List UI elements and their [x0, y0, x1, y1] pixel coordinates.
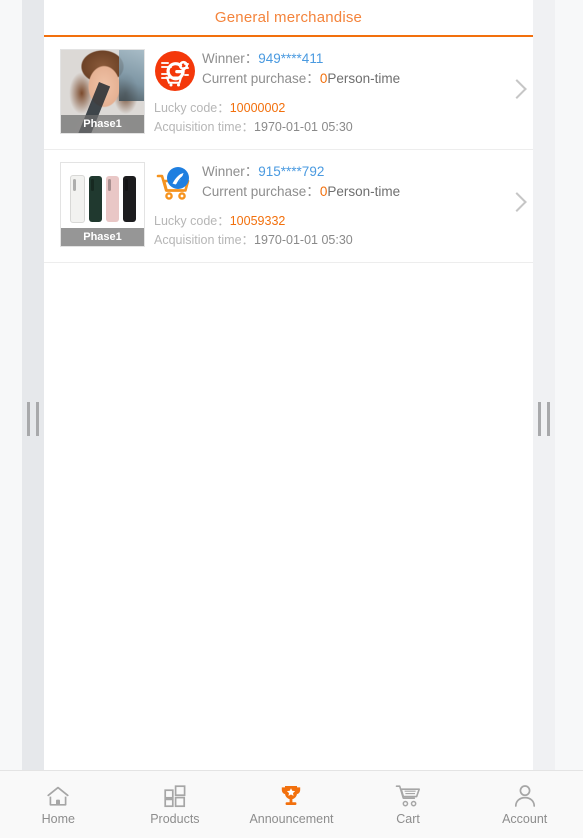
right-gutter	[533, 0, 555, 770]
winner-lines: Winner：915****792 Current purchase：0Pers…	[202, 162, 533, 202]
phone-shape	[69, 174, 85, 223]
announcement-list: Phase1 Winner：949****411 Current purchas…	[44, 37, 533, 263]
handle-bar	[538, 402, 541, 436]
lucky-code-line: Lucky code：10059332	[154, 212, 533, 231]
winner-lines: Winner：949****411 Current purchase：0Pers…	[202, 49, 533, 89]
tab-label: Account	[502, 812, 548, 826]
tab-label: Cart	[396, 812, 420, 826]
winner-line: Winner：915****792	[202, 162, 533, 182]
home-icon	[46, 783, 70, 809]
grid-icon	[163, 783, 187, 809]
lucky-code-label: Lucky code：	[154, 101, 230, 115]
chevron-right-icon	[507, 79, 527, 99]
announcement-meta: Lucky code：10059332 Acquisition time：197…	[154, 212, 533, 250]
lucky-code-value: 10059332	[229, 214, 286, 228]
right-resize-handle[interactable]	[538, 402, 550, 436]
person-time-unit: Person-time	[327, 184, 401, 199]
tab-label: Home	[41, 812, 75, 826]
product-thumbnail[interactable]: Phase1	[60, 162, 145, 247]
product-thumbnail[interactable]: Phase1	[60, 49, 145, 134]
left-resize-handle[interactable]	[27, 402, 39, 436]
page-header: General merchandise	[44, 0, 533, 37]
acquisition-time-line: Acquisition time：1970-01-01 05:30	[154, 118, 533, 137]
page-background-right	[555, 0, 583, 770]
phone-content-column: General merchandise Phase1 Winner：949***…	[44, 0, 533, 770]
phone-shape	[105, 175, 119, 222]
shopping-cart-icon	[395, 783, 421, 809]
open-detail-button[interactable]	[487, 150, 533, 262]
list-item[interactable]: Phase1	[44, 37, 533, 150]
acquisition-time-label: Acquisition time：	[154, 120, 255, 134]
blue-badge-cart-icon	[154, 163, 196, 205]
app-viewport: General merchandise Phase1 Winner：949***…	[0, 0, 583, 838]
announcement-info: Winner：915****792 Current purchase：0Pers…	[145, 162, 533, 250]
trophy-icon	[278, 783, 304, 809]
person-icon	[513, 783, 537, 809]
tab-announcement[interactable]: Announcement	[233, 771, 350, 838]
winner-label: Winner：	[202, 51, 259, 66]
tab-label: Announcement	[249, 812, 334, 826]
phone-shape	[122, 175, 136, 222]
acquisition-time-line: Acquisition time：1970-01-01 05:30	[154, 231, 533, 250]
current-purchase-line: Current purchase：0Person-time	[202, 182, 533, 202]
acquisition-time-label: Acquisition time：	[154, 233, 255, 247]
winner-value: 915****792	[258, 164, 325, 179]
winner-value: 949****411	[258, 51, 324, 66]
current-purchase-label: Current purchase：	[202, 71, 320, 86]
phase-badge: Phase1	[61, 228, 144, 246]
lucky-code-value: 10000002	[229, 101, 286, 115]
tab-products[interactable]: Products	[117, 771, 234, 838]
tab-label: Products	[150, 812, 200, 826]
left-gutter	[22, 0, 44, 770]
tab-cart[interactable]: Cart	[350, 771, 467, 838]
handle-bar	[27, 402, 30, 436]
go-cart-icon	[154, 50, 196, 92]
open-detail-button[interactable]	[487, 37, 533, 149]
person-time-unit: Person-time	[327, 71, 401, 86]
winner-line: Winner：949****411	[202, 49, 533, 69]
current-purchase-label: Current purchase：	[202, 184, 320, 199]
bottom-tab-bar: Home Products Announcement Cart Account	[0, 770, 583, 838]
handle-bar	[547, 402, 550, 436]
list-item[interactable]: Phase1	[44, 150, 533, 263]
phone-shape	[88, 175, 102, 222]
tab-home[interactable]: Home	[0, 771, 117, 838]
lucky-code-label: Lucky code：	[154, 214, 230, 228]
announcement-info: Winner：949****411 Current purchase：0Pers…	[145, 49, 533, 137]
announcement-meta: Lucky code：10000002 Acquisition time：197…	[154, 99, 533, 137]
phase-badge: Phase1	[61, 115, 144, 133]
car-window-shape	[119, 50, 144, 102]
chevron-right-icon	[507, 192, 527, 212]
winner-label: Winner：	[202, 164, 259, 179]
acquisition-time-value: 1970-01-01 05:30	[254, 233, 353, 247]
lucky-code-line: Lucky code：10000002	[154, 99, 533, 118]
current-purchase-line: Current purchase：0Person-time	[202, 69, 533, 89]
page-background-left	[0, 0, 22, 770]
acquisition-time-value: 1970-01-01 05:30	[254, 120, 353, 134]
handle-bar	[36, 402, 39, 436]
page-title: General merchandise	[214, 9, 363, 26]
tab-account[interactable]: Account	[466, 771, 583, 838]
